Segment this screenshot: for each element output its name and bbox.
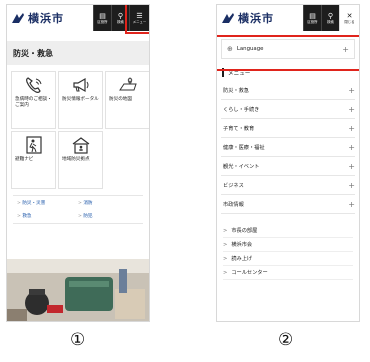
logo-text: 横浜市	[28, 12, 64, 25]
plus-icon: +	[348, 199, 355, 209]
plus-icon: +	[348, 104, 355, 114]
sub-link-mayor[interactable]: 市長の部屋	[223, 224, 353, 238]
menu-item-label: 子育て・教育	[223, 125, 255, 132]
plus-icon: +	[348, 123, 355, 133]
plus-icon: +	[348, 180, 355, 190]
menu-list: 防災・救急 + くらし・手続き + 子育て・教育 + 健康・医療・福祉 + 観光・イベン…	[217, 81, 359, 214]
phone-icon	[25, 77, 41, 93]
menu-item-health[interactable]: 健康・医療・福祉 +	[221, 138, 355, 157]
screen-one: 横浜市 ▤ 区役所 ⚲ 検索 ☰ メニュー 防災・救急 急病時のご相談・ご案内 …	[6, 4, 150, 322]
link-disaster[interactable]: 防災・災害	[17, 200, 78, 206]
link-ambulance[interactable]: 救急	[17, 213, 78, 219]
close-icon: ✕	[346, 11, 353, 20]
caption-one: ①	[70, 330, 86, 350]
sub-link-read-aloud[interactable]: 読み上げ	[223, 252, 353, 266]
plus-icon: +	[348, 85, 355, 95]
search-label: 検索	[327, 19, 334, 24]
yokohama-emblem-icon	[221, 12, 235, 24]
plus-icon: +	[342, 44, 349, 54]
plus-icon: +	[348, 161, 355, 171]
menu-heading-label: メニュー	[228, 70, 251, 77]
language-selector[interactable]: ⊕ Language +	[221, 39, 355, 59]
city-logo[interactable]: 横浜市	[7, 10, 64, 26]
tile-label: 防災情報ポータル	[62, 97, 99, 102]
caption-two: ②	[278, 330, 294, 350]
tile-disaster-portal[interactable]: 防災情報ポータル	[58, 71, 103, 129]
menu-item-childcare[interactable]: 子育て・教育 +	[221, 119, 355, 138]
tile-local-base[interactable]: 地域防災拠点	[58, 131, 103, 189]
link-crime-prevention[interactable]: 防犯	[78, 213, 139, 219]
link-fire[interactable]: 消防	[78, 200, 139, 206]
menu-item-label: くらし・手続き	[223, 106, 260, 113]
search-label: 検索	[117, 19, 124, 24]
tile-emergency-consult[interactable]: 急病時のご相談・ご案内	[11, 71, 56, 129]
menu-item-label: 観光・イベント	[223, 163, 260, 170]
menu-item-city-info[interactable]: 市政情報 +	[221, 195, 355, 214]
menu-item-label: ビジネス	[223, 182, 244, 189]
related-links: 防災・災害 消防 救急 防犯	[13, 195, 143, 224]
header: 横浜市 ▤ 区役所 ⚲ 検索 ✕ 閉じる	[217, 5, 359, 31]
logo-text: 横浜市	[238, 12, 274, 25]
shelter-icon	[72, 137, 89, 154]
language-label: Language	[236, 46, 264, 52]
globe-icon: ⊕	[227, 45, 233, 53]
sub-link-city-council[interactable]: 横浜市会	[223, 238, 353, 252]
sub-links: 市長の部屋 横浜市会 読み上げ コールセンター	[217, 224, 359, 280]
search-button[interactable]: ⚲ 検索	[111, 5, 129, 31]
document-icon: ▤	[99, 11, 106, 20]
ward-office-button[interactable]: ▤ 区役所	[93, 5, 111, 31]
menu-label: メニュー	[132, 19, 147, 24]
menu-heading: メニュー	[222, 68, 359, 77]
ward-office-button[interactable]: ▤ 区役所	[303, 5, 321, 31]
tile-label: 避難ナビ	[15, 157, 34, 162]
tile-grid: 急病時のご相談・ご案内 防災情報ポータル 防災の地図 避難ナビ 地域防災拠点	[7, 65, 149, 189]
map-pin-icon	[118, 77, 137, 91]
megaphone-icon	[72, 77, 88, 93]
header-buttons: ▤ 区役所 ⚲ 検索 ☰ メニュー	[93, 5, 149, 31]
search-button[interactable]: ⚲ 検索	[321, 5, 339, 31]
close-button[interactable]: ✕ 閉じる	[339, 5, 359, 31]
ward-office-label: 区役所	[307, 19, 318, 24]
tile-label: 地域防災拠点	[62, 157, 90, 162]
header-buttons: ▤ 区役所 ⚲ 検索 ✕ 閉じる	[303, 5, 359, 31]
menu-item-label: 健康・医療・福祉	[223, 144, 265, 151]
plus-icon: +	[348, 142, 355, 152]
menu-icon: ☰	[136, 11, 143, 20]
city-logo[interactable]: 横浜市	[217, 10, 274, 26]
search-icon: ⚲	[117, 11, 124, 20]
menu-item-label: 防災・救急	[223, 87, 249, 94]
yokohama-emblem-icon	[11, 12, 25, 24]
menu-item-business[interactable]: ビジネス +	[221, 176, 355, 195]
tile-disaster-map[interactable]: 防災の地図	[105, 71, 149, 129]
menu-item-tourism[interactable]: 観光・イベント +	[221, 157, 355, 176]
search-icon: ⚲	[327, 11, 334, 20]
menu-item-label: 市政情報	[223, 201, 244, 208]
heading-bar	[222, 68, 224, 77]
sub-link-call-center[interactable]: コールセンター	[223, 266, 353, 280]
document-icon: ▤	[309, 11, 316, 20]
evacuation-icon	[25, 136, 42, 154]
page-title: 防災・救急	[7, 41, 149, 65]
menu-button[interactable]: ☰ メニュー	[129, 5, 149, 31]
tile-evacuation-navi[interactable]: 避難ナビ	[11, 131, 56, 189]
tile-label: 急病時のご相談・ご案内	[15, 97, 52, 108]
ward-office-label: 区役所	[97, 19, 108, 24]
emergency-supplies-photo	[7, 259, 149, 321]
header: 横浜市 ▤ 区役所 ⚲ 検索 ☰ メニュー	[7, 5, 149, 31]
screen-two: 横浜市 ▤ 区役所 ⚲ 検索 ✕ 閉じる ⊕ Language + メニュー 防…	[216, 4, 360, 322]
tile-label: 防災の地図	[109, 97, 132, 102]
close-label: 閉じる	[344, 19, 355, 24]
menu-item-disaster[interactable]: 防災・救急 +	[221, 81, 355, 100]
menu-item-living[interactable]: くらし・手続き +	[221, 100, 355, 119]
